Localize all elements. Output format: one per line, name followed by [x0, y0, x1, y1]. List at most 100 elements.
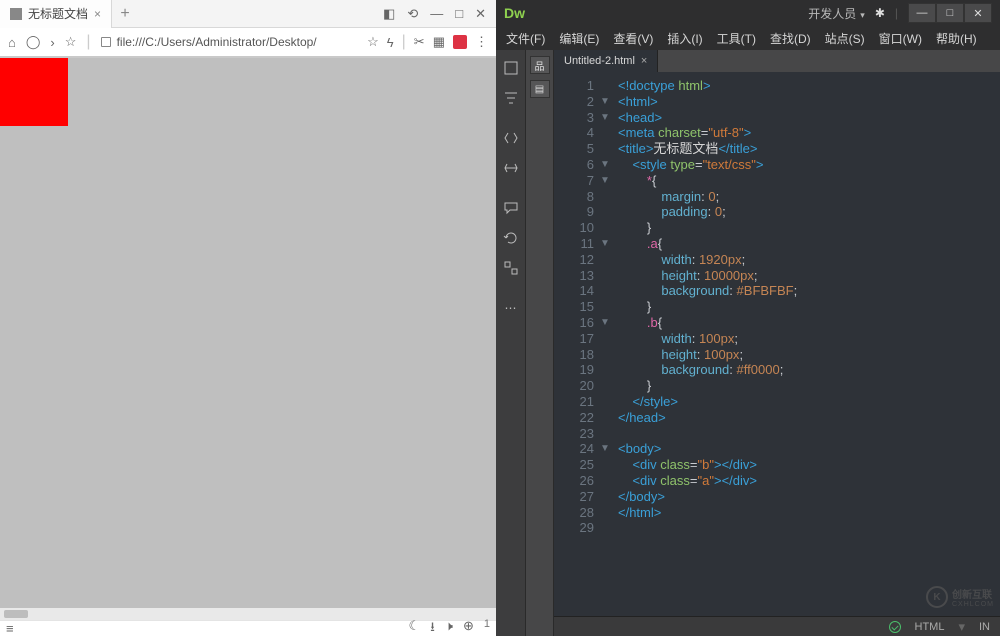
code-line[interactable]: .a{ [618, 236, 1000, 252]
forward-icon[interactable]: › [50, 35, 54, 50]
address-bar[interactable]: file:///C:/Users/Administrator/Desktop/ [101, 35, 358, 49]
new-tab-button[interactable]: + [112, 5, 138, 23]
menu-item[interactable]: 文件(F) [506, 30, 545, 47]
code-area[interactable]: <!doctype html><html><head><meta charset… [612, 72, 1000, 616]
code-line[interactable]: </html> [618, 505, 1000, 521]
view-structure-icon[interactable]: 品 [530, 56, 550, 74]
code-line[interactable]: width: 100px; [618, 331, 1000, 347]
code-line[interactable]: } [618, 299, 1000, 315]
settings-gear-icon[interactable]: ✱ [875, 6, 885, 20]
fold-toggle-icon [598, 78, 612, 94]
fold-toggle-icon[interactable]: ▼ [598, 441, 612, 457]
code-brackets-icon[interactable] [501, 128, 521, 148]
code-line[interactable]: *{ [618, 173, 1000, 189]
code-line[interactable]: height: 10000px; [618, 268, 1000, 284]
code-line[interactable]: } [618, 220, 1000, 236]
code-line[interactable]: margin: 0; [618, 189, 1000, 205]
code-line[interactable]: height: 100px; [618, 347, 1000, 363]
comment-icon[interactable] [501, 198, 521, 218]
code-line[interactable]: width: 1920px; [618, 252, 1000, 268]
code-line[interactable]: <div class="a"></div> [618, 473, 1000, 489]
split-icon[interactable] [501, 158, 521, 178]
fold-gutter[interactable]: ▼▼▼▼▼▼▼ [598, 72, 612, 616]
night-mode-icon[interactable]: ☾ [409, 618, 421, 636]
bookmark-icon[interactable]: ☆ [367, 34, 379, 50]
status-insert-mode[interactable]: IN [979, 621, 990, 633]
code-line[interactable]: background: #ff0000; [618, 362, 1000, 378]
menu-item[interactable]: 窗口(W) [879, 30, 922, 47]
document-tab-close-icon[interactable]: × [641, 55, 647, 67]
browser-ext-icon[interactable]: ◧ [383, 6, 395, 22]
status-ok-icon[interactable] [889, 621, 901, 633]
code-line[interactable]: <style type="text/css"> [618, 157, 1000, 173]
flash-icon[interactable]: ϟ [387, 35, 394, 50]
selection-icon[interactable] [501, 258, 521, 278]
menu-item[interactable]: 插入(I) [667, 30, 702, 47]
fold-toggle-icon[interactable]: ▼ [598, 94, 612, 110]
code-line[interactable]: </head> [618, 410, 1000, 426]
browser-tabstrip: 无标题文档 × + ◧ ⟲ — □ ✕ [0, 0, 496, 28]
site-info-icon[interactable] [101, 37, 111, 47]
menu-item[interactable]: 站点(S) [825, 30, 865, 47]
code-line[interactable]: <meta charset="utf-8"> [618, 125, 1000, 141]
extension-red-icon[interactable] [453, 35, 467, 49]
window-close-icon[interactable]: ✕ [475, 6, 486, 22]
code-line[interactable]: background: #BFBFBF; [618, 283, 1000, 299]
fold-toggle-icon[interactable]: ▼ [598, 157, 612, 173]
fold-toggle-icon[interactable]: ▼ [598, 110, 612, 126]
grid-icon[interactable]: ▦ [433, 34, 445, 50]
dw-left-toolbar: ⋯ [496, 50, 526, 636]
download-icon[interactable]: ⭳ [430, 618, 435, 636]
reload-icon[interactable]: ◯ [26, 34, 41, 50]
document-tab-active[interactable]: Untitled-2.html × [554, 50, 658, 72]
menu-item[interactable]: 查看(V) [613, 30, 653, 47]
more-tools-icon[interactable]: ⋯ [501, 298, 521, 318]
more-icon[interactable]: ⋮ [475, 34, 488, 50]
scroll-thumb[interactable] [4, 610, 28, 618]
code-editor[interactable]: 1234567891011121314151617181920212223242… [554, 72, 1000, 616]
dw-minimize-icon[interactable]: — [908, 3, 936, 23]
star-icon[interactable]: ☆ [65, 34, 77, 50]
fold-toggle-icon [598, 362, 612, 378]
zoom-icon[interactable]: ⊕ [463, 618, 474, 636]
menu-item[interactable]: 工具(T) [717, 30, 756, 47]
code-line[interactable] [618, 426, 1000, 442]
fold-toggle-icon[interactable]: ▼ [598, 173, 612, 189]
view-code-icon[interactable]: ▤ [530, 80, 550, 98]
code-line[interactable]: </body> [618, 489, 1000, 505]
menu-item[interactable]: 编辑(E) [559, 30, 599, 47]
menu-item[interactable]: 查找(D) [770, 30, 811, 47]
status-menu-icon[interactable]: ≡ [6, 621, 14, 636]
browser-tab-active[interactable]: 无标题文档 × [0, 0, 112, 28]
refresh-icon[interactable] [501, 228, 521, 248]
code-line[interactable]: padding: 0; [618, 204, 1000, 220]
code-line[interactable]: <body> [618, 441, 1000, 457]
filter-icon[interactable] [501, 88, 521, 108]
scissors-icon[interactable]: ✂ [414, 34, 425, 50]
code-line[interactable]: <head> [618, 110, 1000, 126]
code-line[interactable] [618, 520, 1000, 536]
home-icon[interactable]: ⌂ [8, 35, 16, 50]
menu-item[interactable]: 帮助(H) [936, 30, 977, 47]
code-line[interactable]: .b{ [618, 315, 1000, 331]
code-line[interactable]: <html> [618, 94, 1000, 110]
status-language[interactable]: HTML [915, 621, 945, 633]
code-line[interactable]: <!doctype html> [618, 78, 1000, 94]
fold-toggle-icon[interactable]: ▼ [598, 236, 612, 252]
chevron-down-icon[interactable]: ▾ [958, 619, 965, 635]
code-line[interactable]: </style> [618, 394, 1000, 410]
dw-statusbar: HTML ▾ IN [554, 616, 1000, 636]
code-line[interactable]: <div class="b"></div> [618, 457, 1000, 473]
dw-close-icon[interactable]: ✕ [964, 3, 992, 23]
fold-toggle-icon[interactable]: ▼ [598, 315, 612, 331]
code-line[interactable]: } [618, 378, 1000, 394]
window-maximize-icon[interactable]: □ [455, 6, 463, 21]
files-panel-icon[interactable] [501, 58, 521, 78]
dw-maximize-icon[interactable]: □ [936, 3, 964, 23]
window-minimize-icon[interactable]: — [430, 6, 443, 21]
code-line[interactable]: <title>无标题文档</title> [618, 141, 1000, 157]
tab-close-icon[interactable]: × [94, 7, 101, 21]
workspace-switcher[interactable]: 开发人员▾ [808, 5, 865, 22]
browser-ext2-icon[interactable]: ⟲ [407, 6, 418, 22]
mute-icon[interactable]: 🕨 [445, 618, 453, 636]
